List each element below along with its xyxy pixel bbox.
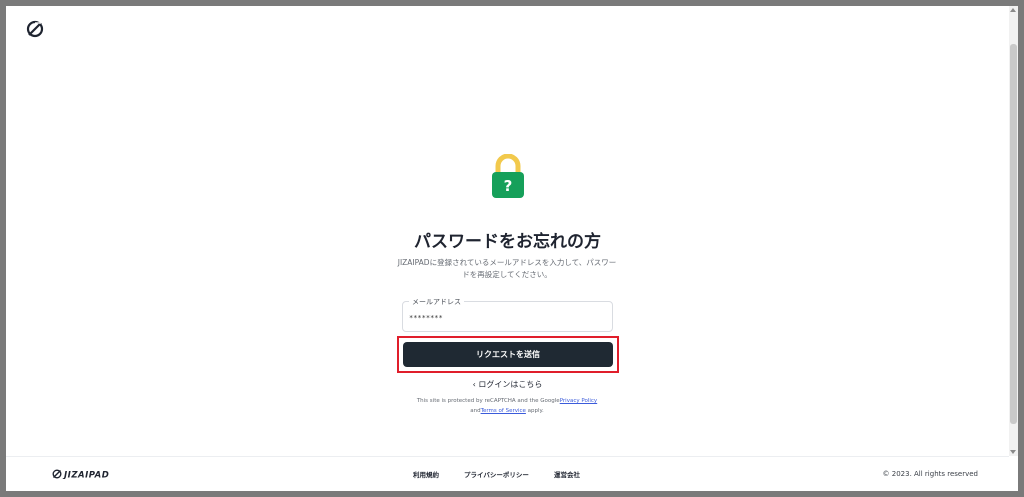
vertical-scrollbar[interactable]	[1009, 6, 1018, 456]
footer-link-company[interactable]: 運営会社	[554, 469, 580, 479]
footer-link-terms[interactable]: 利用規約	[413, 469, 439, 479]
submit-request-button[interactable]: リクエストを送信	[403, 342, 613, 367]
recaptcha-apply-text: apply.	[525, 408, 544, 414]
email-field[interactable]: メールアドレス	[402, 297, 613, 332]
footer-logo-text: JIZAIPAD	[62, 471, 109, 480]
footer-logo[interactable]: JIZAIPAD	[52, 469, 114, 479]
page-title: パスワードをお忘れの方	[414, 232, 601, 252]
footer-link-privacy[interactable]: プライバシーポリシー	[464, 469, 529, 479]
scroll-up-arrow-icon[interactable]	[1010, 8, 1016, 12]
terms-of-service-link[interactable]: Terms of Service	[481, 408, 526, 414]
page-description: JIZAIPADに登録されているメールアドレスを入力して、パスワードを再設定して…	[397, 258, 617, 279]
copyright-text: © 2023. All rights reserved	[882, 470, 978, 478]
login-link[interactable]: ‹ ログインはこちら	[6, 379, 1009, 390]
recaptcha-notice: This site is protected by reCAPTCHA and …	[396, 396, 618, 416]
email-input[interactable]	[409, 314, 604, 322]
footer-divider	[6, 456, 1009, 457]
jizaipad-logo-icon[interactable]	[26, 20, 44, 38]
recaptcha-and-text: and	[470, 408, 481, 414]
svg-text:?: ?	[504, 177, 513, 195]
scroll-down-arrow-icon[interactable]	[1010, 450, 1016, 454]
scrollbar-thumb[interactable]	[1010, 44, 1017, 424]
browser-viewport: ? パスワードをお忘れの方 JIZAIPADに登録されているメールアドレスを入力…	[6, 6, 1018, 491]
email-field-label: メールアドレス	[409, 297, 464, 307]
recaptcha-text: This site is protected by reCAPTCHA and …	[416, 398, 560, 404]
padlock-question-icon: ?	[492, 154, 524, 198]
privacy-policy-link[interactable]: Privacy Policy	[560, 398, 597, 404]
